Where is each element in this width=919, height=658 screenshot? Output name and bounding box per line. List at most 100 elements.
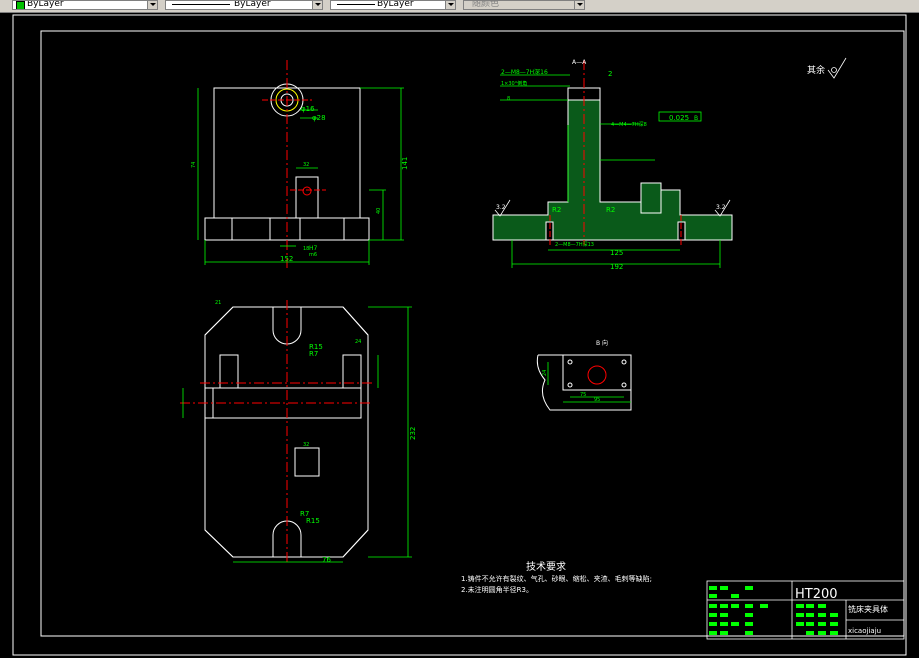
lineweight-sample (337, 4, 375, 5)
title-block-cell (731, 604, 739, 608)
color-combo-value: ByLayer (27, 0, 64, 9)
title-drawing-no: xicaojiaju (848, 627, 881, 635)
color-control-combo[interactable]: ByLayer (12, 0, 158, 10)
dim-76: 76 (322, 556, 331, 564)
title-block-cell (745, 613, 753, 617)
title-material: HT200 (795, 587, 838, 602)
title-block-cell (830, 631, 838, 635)
radius-r7-top: R7 (309, 350, 318, 358)
title-block-cell (806, 604, 814, 608)
chevron-down-icon[interactable] (147, 1, 157, 9)
dim-dia28: φ28 (312, 114, 326, 122)
linetype-sample (172, 4, 230, 5)
title-block-cell (830, 622, 838, 626)
title-block-cell (745, 622, 753, 626)
thread-note-3: 4—M4—7H深8 (611, 121, 647, 128)
view-b-dims (547, 362, 631, 403)
title-block-cell (709, 613, 717, 617)
radius-r2-right: R2 (606, 206, 615, 214)
dim-32: 32 (303, 162, 309, 168)
tolerance-value: 0.025 (669, 114, 689, 122)
dim-24: 24 (355, 339, 361, 345)
title-block-cell (731, 622, 739, 626)
technical-notes: 技术要求 1.铸件不允许有裂纹、气孔、砂眼、缩松、夹渣、毛刺等缺陷; 2.未注明… (461, 560, 652, 594)
properties-toolbar: ByLayer ByLayer ByLayer 随颜色 (0, 0, 919, 13)
dim-152: 152 (280, 255, 293, 263)
dim-125: 125 (610, 249, 623, 257)
section-label: A—A (572, 59, 587, 66)
notes-line-1: 1.铸件不允许有裂纹、气孔、砂眼、缩松、夹渣、毛刺等缺陷; (461, 574, 652, 583)
title-block-cell (796, 622, 804, 626)
title-block-cell (818, 631, 826, 635)
title-block-cell (720, 631, 728, 635)
view-b-text: B 向 75 95 24 (542, 339, 608, 403)
title-part-name: 铣床夹具体 (848, 604, 888, 614)
title-block-cell (720, 613, 728, 617)
title-block-cell (709, 622, 717, 626)
dim-m6: m6 (309, 252, 317, 258)
title-block-cell (830, 613, 838, 617)
linetype-combo-value: ByLayer (234, 0, 271, 9)
lineweight-combo-value: ByLayer (377, 0, 414, 9)
roughness-left: 3.2 (496, 204, 506, 211)
dim-75: 75 (580, 392, 586, 398)
thread-note-2: 1×30°倒角 (501, 80, 527, 87)
notes-line-2: 2.未注明圆角半径R3。 (461, 585, 533, 594)
title-block-cell (818, 604, 826, 608)
dim-8: 8 (507, 96, 510, 102)
dim-21: 21 (215, 300, 221, 306)
dim-232: 232 (409, 427, 417, 440)
dim-32-top: 32 (303, 442, 309, 448)
thread-note-1: 2—M8—7H深16 (501, 68, 548, 76)
chevron-down-icon[interactable] (574, 1, 584, 9)
top-view (180, 300, 372, 565)
title-block-cell (745, 604, 753, 608)
title-block-cell (720, 586, 728, 590)
drawing-canvas[interactable]: 141 152 φ16 φ28 32 18 H7 m6 74 40 A—A 2—… (0, 13, 919, 658)
title-block-cell (720, 604, 728, 608)
dim-74: 74 (191, 162, 197, 168)
linetype-control-combo[interactable]: ByLayer (165, 0, 323, 10)
title-block-cell (709, 586, 717, 590)
title-block-cell (806, 631, 814, 635)
dim-24-b: 24 (542, 370, 548, 376)
title-block-cell (709, 604, 717, 608)
title-block-cell (731, 594, 739, 598)
title-block-cell (745, 631, 753, 635)
color-swatch-icon (16, 1, 25, 9)
plotstyle-combo-value: 随颜色 (472, 0, 500, 9)
title-block-cell (818, 613, 826, 617)
radius-r15-bottom: R15 (306, 517, 320, 525)
radius-r2-left: R2 (552, 206, 561, 214)
dim-192: 192 (610, 263, 623, 271)
dim-141: 141 (401, 157, 409, 170)
title-block-cell (709, 631, 717, 635)
top-view-text: R15 R7 R7 R15 232 76 21 24 32 (215, 300, 417, 564)
thread-note-4: 2—M8—7H深13 (555, 241, 594, 248)
chevron-down-icon[interactable] (445, 1, 455, 9)
chevron-down-icon[interactable] (312, 1, 322, 9)
lineweight-control-combo[interactable]: ByLayer (330, 0, 456, 10)
front-view (204, 60, 370, 268)
notes-title: 技术要求 (526, 560, 566, 573)
roughness-right: 3.2 (716, 204, 726, 211)
sheet-outer-border (12, 14, 907, 656)
title-block-cell (806, 622, 814, 626)
view-b-label: B 向 (596, 339, 608, 347)
title-block-cell (709, 594, 717, 598)
section-view (492, 60, 733, 245)
top-view-dims (182, 306, 412, 563)
roughness-note: 其余 (807, 64, 825, 76)
sheet-inner-border (40, 30, 905, 637)
title-block-cell (720, 622, 728, 626)
datum-label: B (694, 115, 698, 122)
dim-2: 2 (608, 70, 612, 78)
title-block-cell (806, 613, 814, 617)
plotstyle-control-combo[interactable]: 随颜色 (463, 0, 585, 10)
title-block-cell (796, 613, 804, 617)
title-block-cell (796, 604, 804, 608)
title-block-cell (760, 604, 768, 608)
title-block-cell (745, 586, 753, 590)
dim-95: 95 (594, 397, 600, 403)
dim-40: 40 (376, 208, 382, 214)
